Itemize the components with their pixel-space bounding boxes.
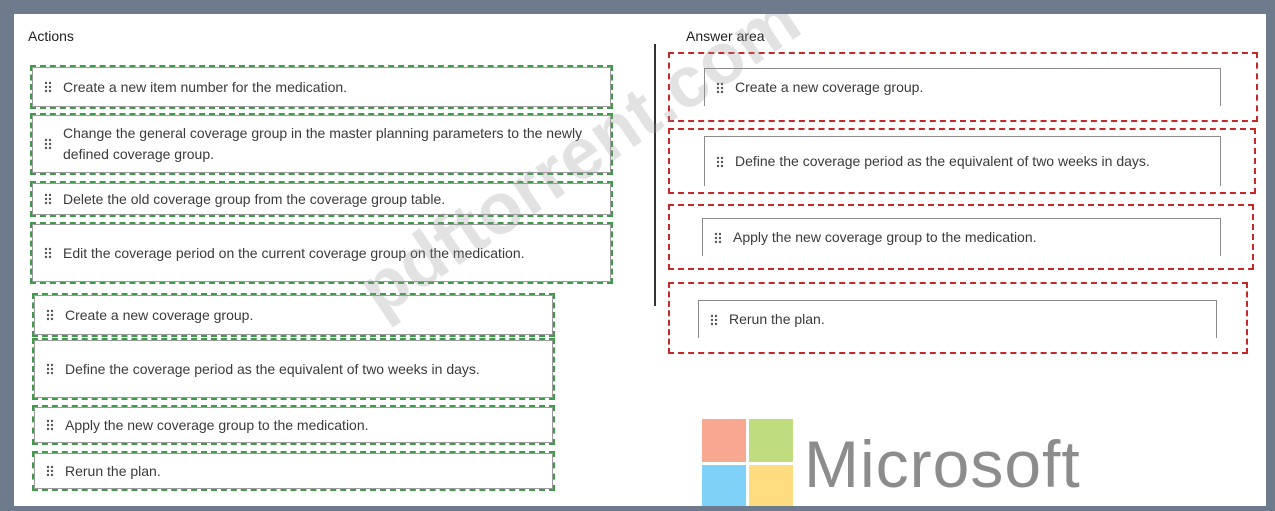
action-item-label: Change the general coverage group in the… <box>63 125 583 162</box>
action-item[interactable]: Edit the coverage period on the current … <box>30 222 613 284</box>
action-item-label: Delete the old coverage group from the c… <box>63 190 446 207</box>
answer-item[interactable]: Define the coverage period as the equiva… <box>704 136 1221 186</box>
drag-handle-icon[interactable] <box>705 156 735 168</box>
drag-handle-icon[interactable] <box>33 193 63 205</box>
drag-handle-icon[interactable] <box>33 138 63 150</box>
microsoft-logo-icon <box>702 419 794 506</box>
action-item-label: Edit the coverage period on the current … <box>63 244 525 261</box>
action-item[interactable]: Delete the old coverage group from the c… <box>30 181 613 217</box>
drag-handle-icon[interactable] <box>35 309 65 321</box>
answer-item[interactable]: Apply the new coverage group to the medi… <box>702 218 1221 256</box>
actions-heading: Actions <box>28 28 74 44</box>
action-item[interactable]: Rerun the plan. <box>32 451 555 491</box>
answer-item-label: Rerun the plan. <box>729 311 825 327</box>
answer-item[interactable]: Rerun the plan. <box>698 300 1217 338</box>
action-item-label: Rerun the plan. <box>65 462 161 479</box>
action-item-label: Apply the new coverage group to the medi… <box>65 416 369 433</box>
answer-item[interactable]: Create a new coverage group. <box>704 68 1221 106</box>
drag-handle-icon[interactable] <box>35 363 65 375</box>
drag-handle-icon[interactable] <box>699 314 729 326</box>
drag-handle-icon[interactable] <box>33 81 63 93</box>
answer-item-label: Apply the new coverage group to the medi… <box>733 229 1037 245</box>
drag-handle-icon[interactable] <box>705 82 735 94</box>
drag-handle-icon[interactable] <box>33 247 63 259</box>
action-item-label: Create a new coverage group. <box>65 306 254 323</box>
drag-handle-icon[interactable] <box>35 419 65 431</box>
action-item-label: Define the coverage period as the equiva… <box>65 360 480 377</box>
action-item[interactable]: Create a new coverage group. <box>32 293 555 337</box>
answer-item-label: Create a new coverage group. <box>735 79 924 95</box>
action-item[interactable]: Change the general coverage group in the… <box>30 113 613 175</box>
action-item-label: Create a new item number for the medicat… <box>63 78 348 95</box>
answer-area-heading: Answer area <box>686 28 765 44</box>
drag-drop-question-panel: Actions Answer area Create a new item nu… <box>14 14 1266 506</box>
drag-handle-icon[interactable] <box>35 465 65 477</box>
action-item[interactable]: Create a new item number for the medicat… <box>30 65 613 109</box>
action-item[interactable]: Define the coverage period as the equiva… <box>32 338 555 400</box>
drag-handle-icon[interactable] <box>703 232 733 244</box>
action-item[interactable]: Apply the new coverage group to the medi… <box>32 405 555 445</box>
microsoft-wordmark: Microsoft <box>804 427 1081 501</box>
column-divider <box>654 44 656 306</box>
answer-item-label: Define the coverage period as the equiva… <box>735 153 1150 169</box>
